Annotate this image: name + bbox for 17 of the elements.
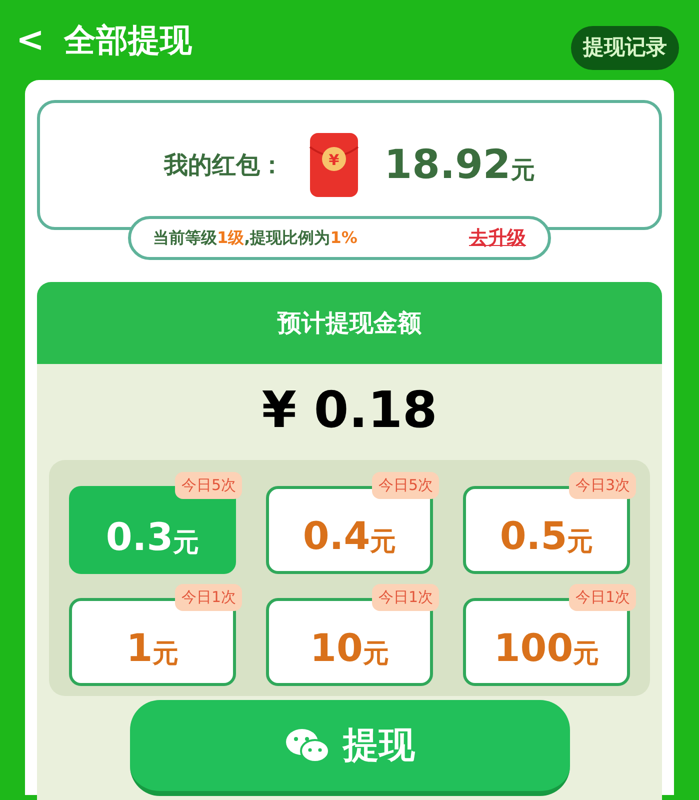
wallet-label: 我的红包： (164, 150, 284, 181)
daily-limit-badge: 今日3次 (569, 472, 636, 498)
withdraw-button[interactable]: 提现 (130, 700, 570, 796)
daily-limit-badge: 今日1次 (569, 584, 636, 610)
daily-limit-badge: 今日1次 (372, 584, 439, 610)
daily-limit-badge: 今日5次 (372, 472, 439, 498)
level-text: 当前等级1级,提现比例为1% (153, 227, 358, 249)
upgrade-link[interactable]: 去升级 (469, 224, 526, 252)
estimate-title: 预计提现金额 (37, 282, 662, 364)
envelope-icon: ¥ (308, 131, 360, 199)
daily-limit-badge: 今日5次 (175, 472, 242, 498)
back-icon[interactable]: < (16, 23, 52, 57)
history-button[interactable]: 提现记录 (571, 26, 679, 70)
wallet-amount: 18.92元 (384, 141, 535, 190)
page-title: 全部提现 (64, 20, 192, 61)
estimate-amount: ¥ 0.18 (262, 380, 438, 441)
daily-limit-badge: 今日1次 (175, 584, 242, 610)
